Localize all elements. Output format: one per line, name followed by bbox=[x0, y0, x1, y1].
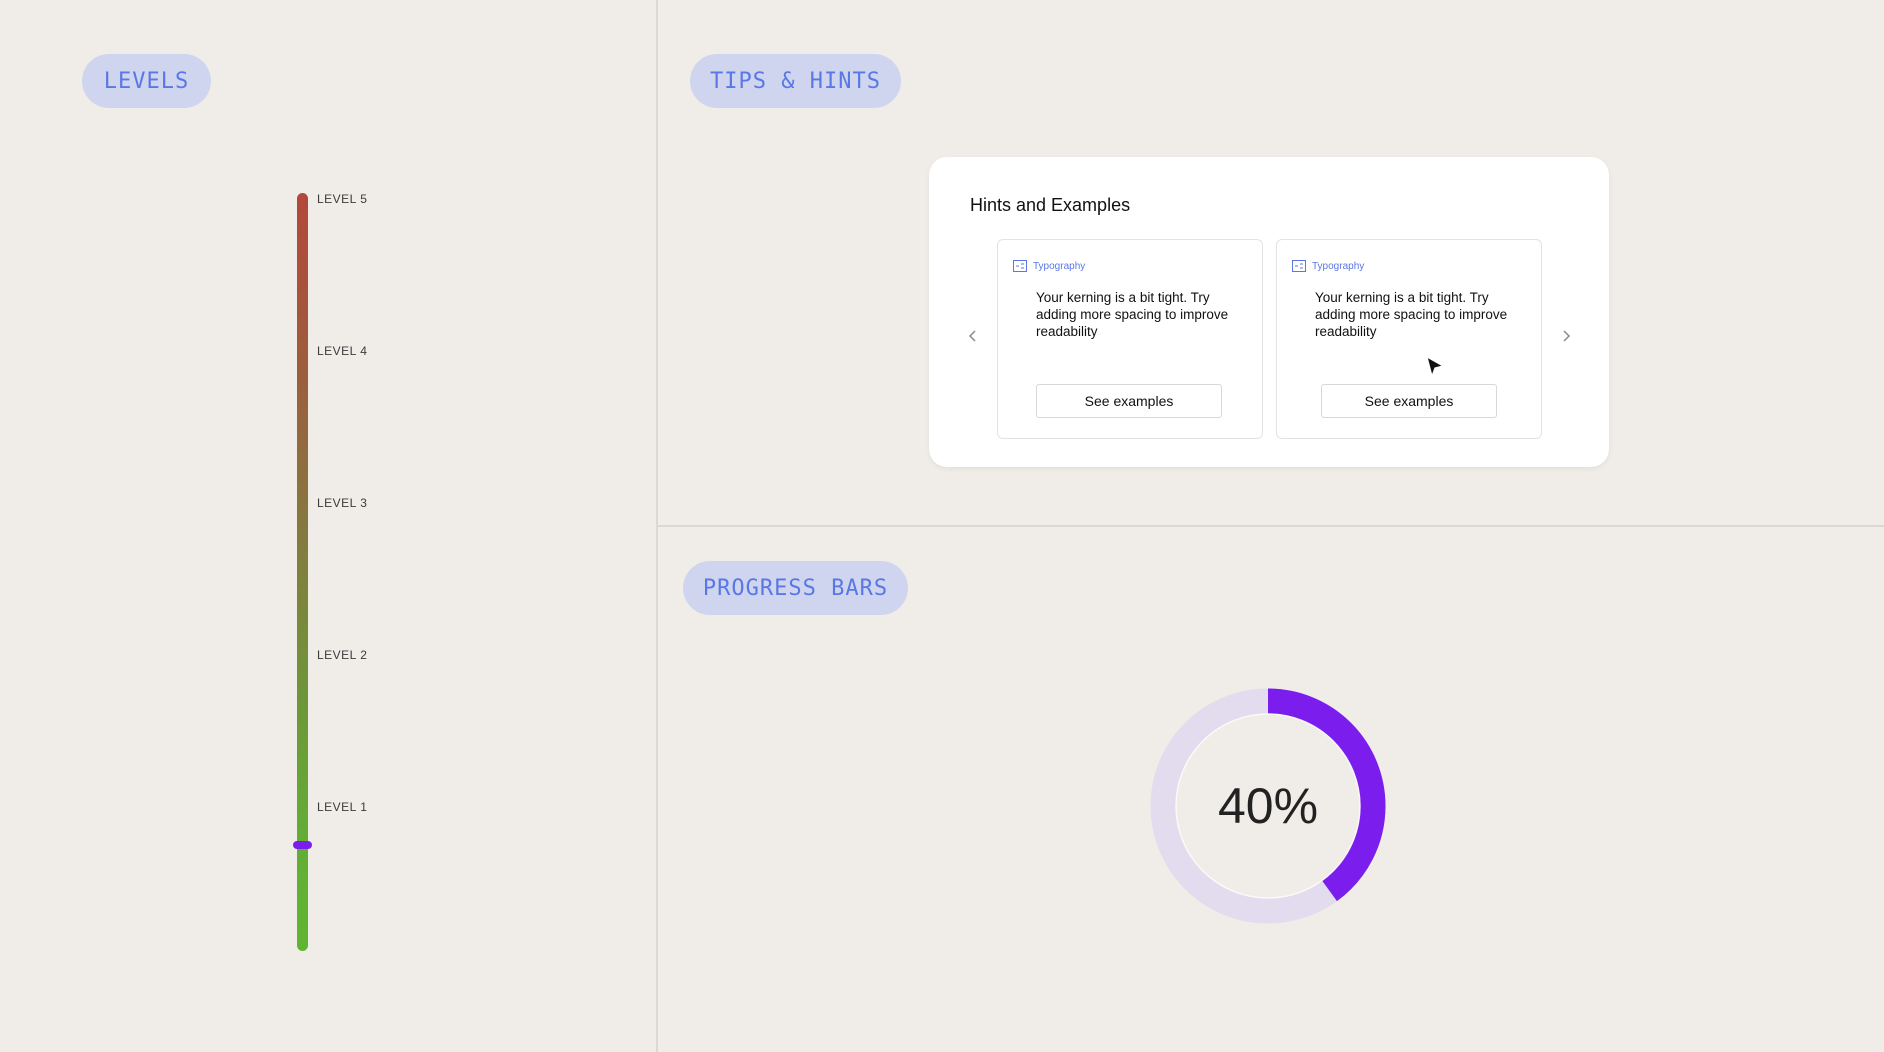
typography-icon bbox=[1013, 260, 1027, 272]
hint-text: Your kerning is a bit tight. Try adding … bbox=[1315, 290, 1508, 339]
level-label-3: LEVEL 3 bbox=[317, 496, 368, 510]
hint-tag-label: Typography bbox=[1033, 260, 1086, 272]
level-label-4: LEVEL 4 bbox=[317, 344, 368, 358]
hint-text: Your kerning is a bit tight. Try adding … bbox=[1036, 290, 1229, 339]
level-meter-track[interactable] bbox=[297, 193, 308, 951]
hint-tag: Typography bbox=[1013, 260, 1085, 272]
section-tag-levels: LEVELS bbox=[82, 54, 211, 108]
typography-icon bbox=[1292, 260, 1306, 272]
hints-title: Hints and Examples bbox=[970, 195, 1131, 215]
level-label-2: LEVEL 2 bbox=[317, 648, 368, 662]
hint-tag-label: Typography bbox=[1312, 260, 1365, 272]
mouse-pointer-icon bbox=[1426, 356, 1445, 378]
see-examples-button[interactable]: See examples bbox=[1321, 384, 1497, 418]
section-tag-progress-bars: PROGRESS BARS bbox=[683, 561, 908, 615]
level-label-1: LEVEL 1 bbox=[317, 800, 368, 814]
chevron-left-icon[interactable] bbox=[966, 329, 980, 343]
progress-percent-label: 40% bbox=[1217, 778, 1319, 834]
level-meter-handle[interactable] bbox=[293, 840, 312, 849]
hints-card: Hints and Examples Typography Your kerni… bbox=[929, 157, 1609, 467]
see-examples-button[interactable]: See examples bbox=[1036, 384, 1222, 418]
horizontal-divider bbox=[658, 525, 1884, 527]
chevron-right-icon[interactable] bbox=[1559, 329, 1573, 343]
level-label-5: LEVEL 5 bbox=[317, 192, 368, 206]
hint-card-2: Typography Your kerning is a bit tight. … bbox=[1276, 239, 1542, 439]
hint-card-1: Typography Your kerning is a bit tight. … bbox=[997, 239, 1263, 439]
hint-tag: Typography bbox=[1292, 260, 1364, 272]
section-tag-tips-hints: TIPS & HINTS bbox=[690, 54, 901, 108]
